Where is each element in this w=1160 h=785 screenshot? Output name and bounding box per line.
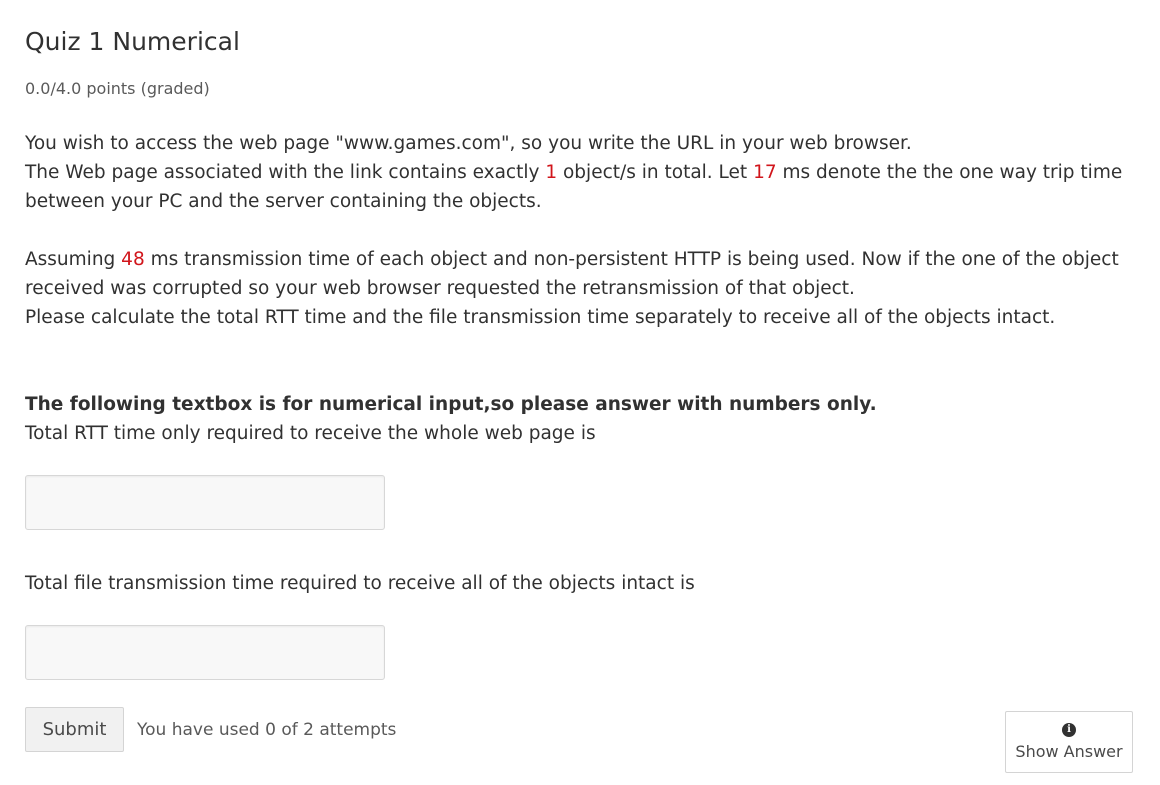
question-1-label: Total RTT time only required to receive …: [25, 423, 596, 444]
paragraph-1-text-b: object/s in total. Let: [557, 162, 754, 183]
transmission-time-value: 48: [121, 249, 145, 270]
paragraph-2-text-a: Assuming: [25, 249, 122, 270]
object-count-value: 1: [545, 162, 558, 183]
question-2-label: Total file transmission time required to…: [25, 573, 695, 594]
paragraph-2-text-b: ms transmission time of each object and …: [25, 249, 1119, 299]
paragraph-2-line-2: Please calculate the total RTT time and …: [25, 307, 1056, 328]
rtt-answer-input[interactable]: [25, 475, 385, 530]
problem-paragraph-1: You wish to access the web page "www.gam…: [25, 129, 1135, 216]
show-answer-button[interactable]: i Show Answer: [1005, 711, 1133, 773]
show-answer-label: Show Answer: [1015, 742, 1123, 761]
one-way-time-value: 17: [753, 162, 777, 183]
points-status: 0.0/4.0 points (graded): [25, 79, 210, 98]
info-icon: i: [1062, 723, 1076, 737]
numerical-input-instruction: The following textbox is for numerical i…: [25, 394, 877, 415]
transmission-answer-input[interactable]: [25, 625, 385, 680]
problem-title: Quiz 1 Numerical: [25, 27, 240, 56]
paragraph-1-line-1: You wish to access the web page "www.gam…: [25, 133, 912, 154]
submit-button[interactable]: Submit: [25, 707, 124, 752]
paragraph-1-text-a: The Web page associated with the link co…: [25, 162, 546, 183]
problem-paragraph-2: Assuming 48 ms transmission time of each…: [25, 245, 1135, 332]
attempts-counter: You have used 0 of 2 attempts: [137, 720, 397, 740]
